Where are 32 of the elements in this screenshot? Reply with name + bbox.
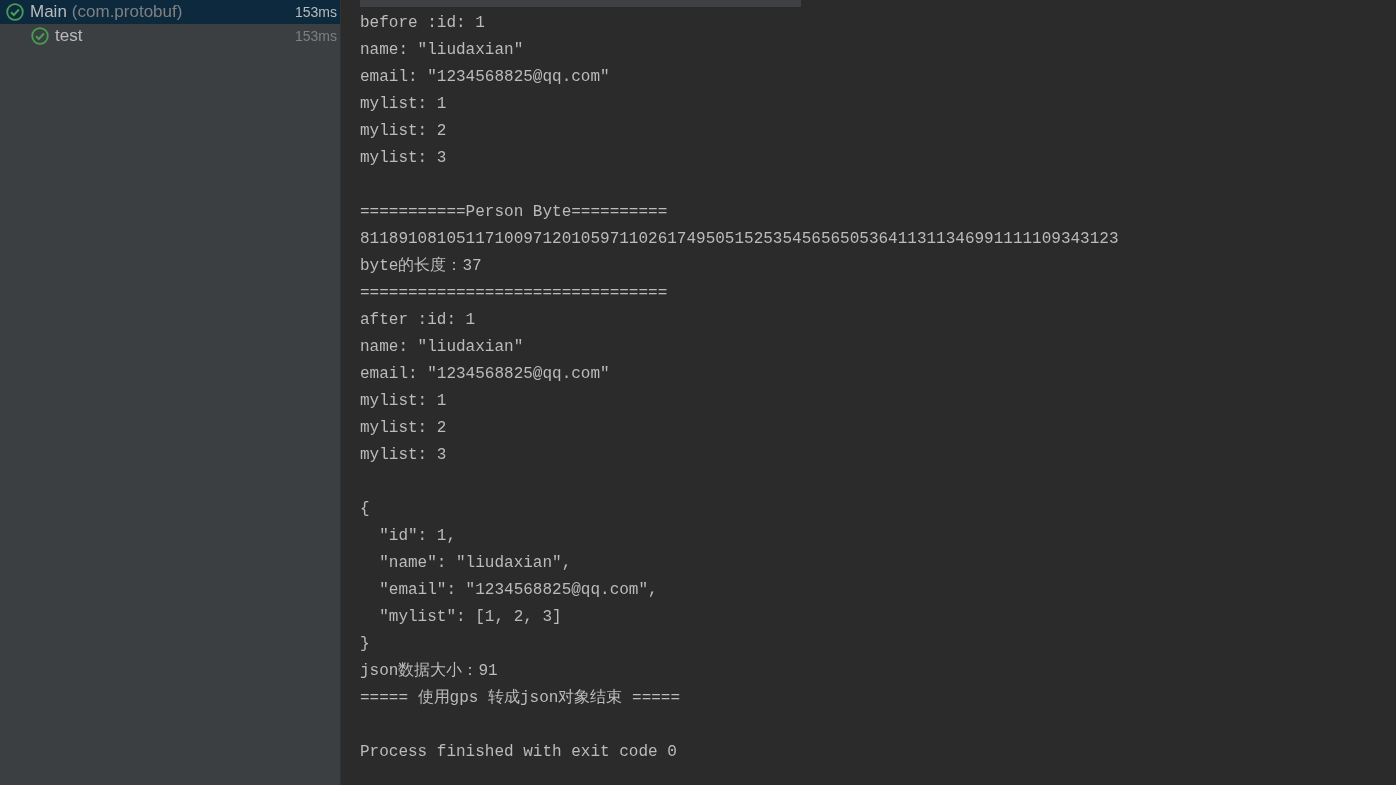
duration: 153ms [294,26,337,46]
console-line: mylist: 1 [360,391,447,412]
console-line: "email": "1234568825@qq.com", [378,580,658,601]
console-line: mylist: 2 [360,121,447,142]
console-line: mylist: 3 [360,445,447,466]
console-line: after :id: 1 [360,310,476,331]
test-name: Main [30,1,67,24]
console-line: } [360,634,370,655]
package-name: (com.protobuf) [71,1,183,24]
test-name: test [55,25,83,48]
console-line: mylist: 3 [360,148,447,169]
console-line: "name": "liudaxian", [378,553,572,574]
duration: 153ms [294,2,337,22]
tree-row[interactable]: Main (com.protobuf) 153ms [0,0,340,24]
console-line: mylist: 2 [360,418,447,439]
console-line: { [360,499,370,520]
console-line: ================================ [360,283,668,304]
console-line: 8118910810511710097120105971102617495051525354565650536411311346991111109343123 [360,229,1119,250]
console-line: before :id: 1 [360,13,485,34]
console-line: json数据大小：91 [360,661,498,682]
console-line: email: "1234568825@qq.com" [360,364,610,385]
tree-row[interactable]: test 153ms [0,24,340,48]
console-line: "id": 1, [378,526,456,547]
console-line: mylist: 1 [360,94,447,115]
console-line: name: "liudaxian" [360,337,524,358]
console-line: "mylist": [1, 2, 3] [378,607,562,628]
console-line: ===== 使用gps 转成json对象结束 ===== [360,688,681,709]
console-line: ===========Person Byte========== [360,202,668,223]
console-line: name: "liudaxian" [360,40,524,61]
console-line: email: "1234568825@qq.com" [360,67,610,88]
console-line: byte的长度：37 [360,255,482,277]
console-line: Process finished with exit code 0 [360,742,677,763]
